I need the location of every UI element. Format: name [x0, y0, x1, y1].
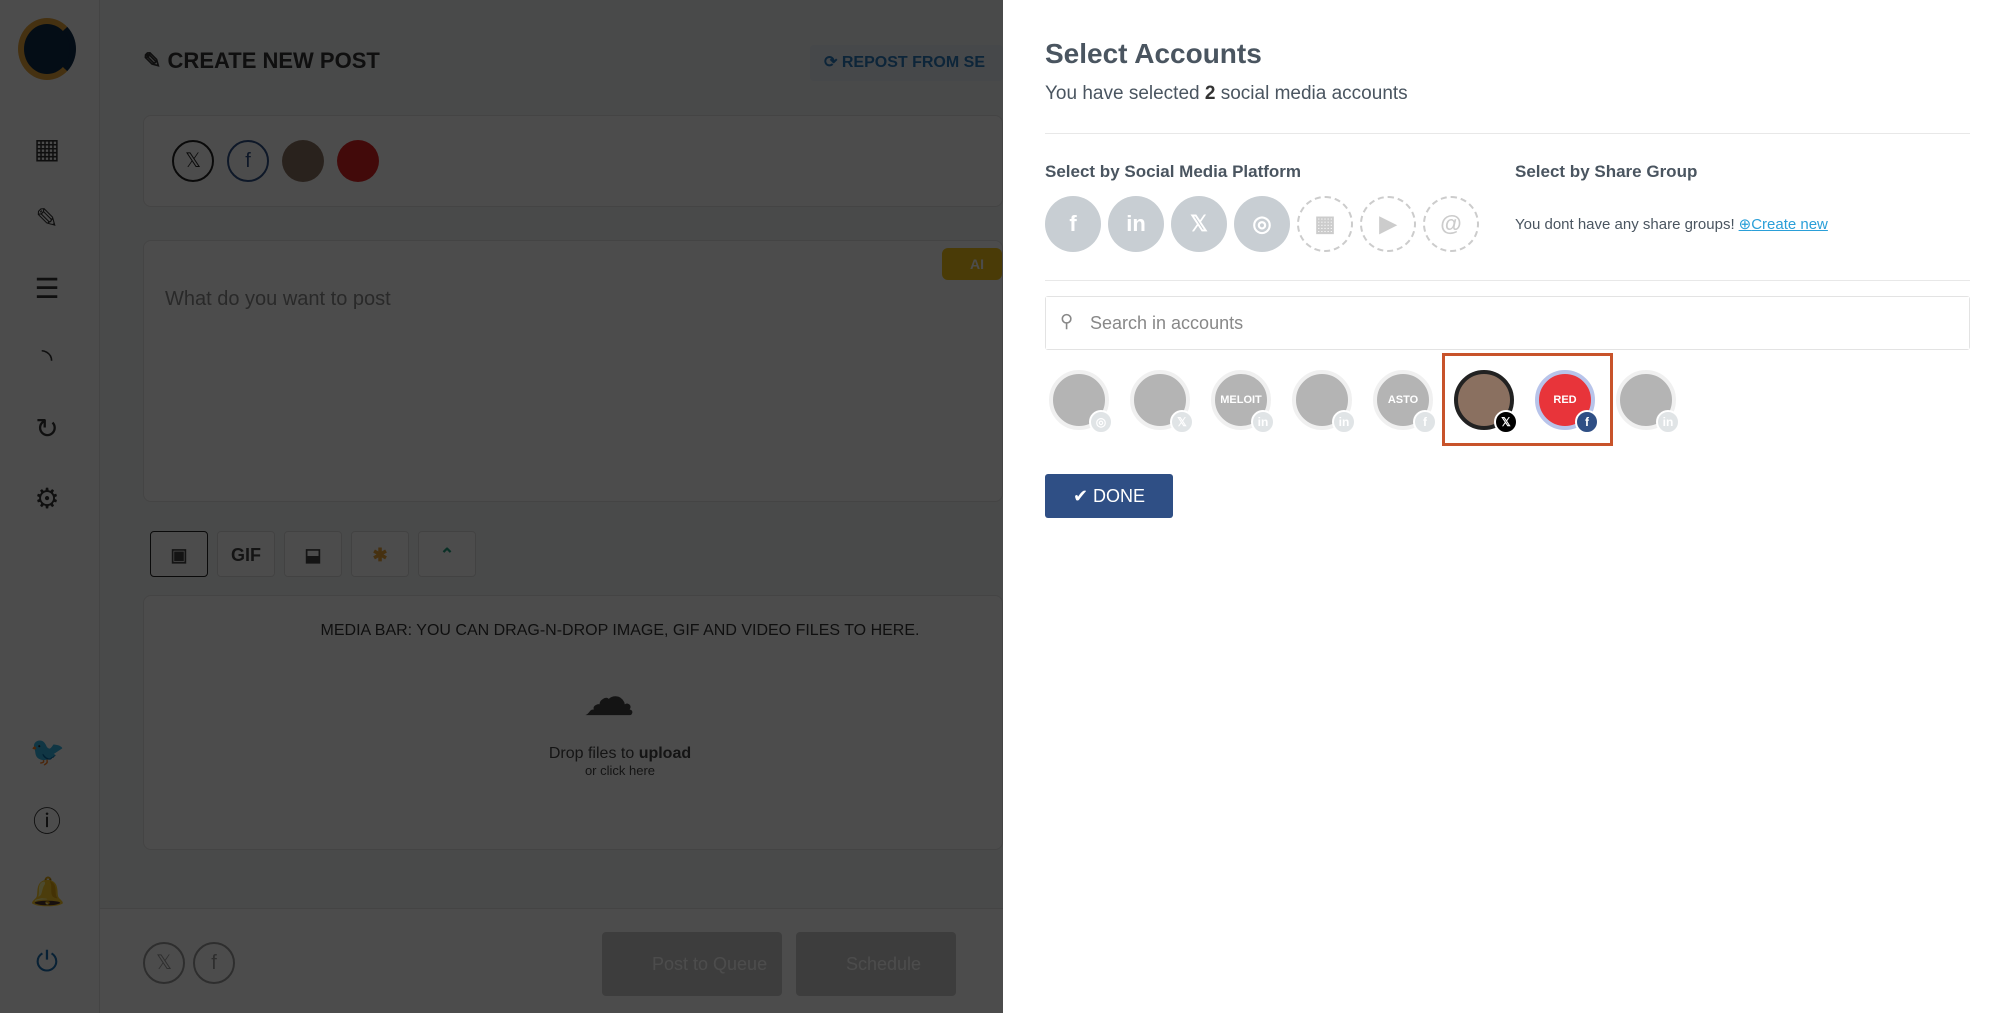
- check-icon: ✔: [1072, 485, 1089, 506]
- subtitle-post: social media accounts: [1220, 83, 1408, 104]
- panel-subtitle: You have selected 2 social media account…: [1045, 83, 1408, 105]
- media-bar-text: MEDIA BAR: YOU CAN DRAG-N-DROP IMAGE, GI…: [320, 622, 920, 639]
- drop-bold: upload: [638, 745, 692, 762]
- avatar[interactable]: [337, 140, 379, 182]
- app-logo[interactable]: [18, 18, 76, 80]
- account-avatar[interactable]: MELOIT in: [1211, 370, 1275, 434]
- selected-accounts-card: 𝕏 f: [143, 115, 1003, 207]
- search-box: ⚲: [1045, 296, 1970, 350]
- platform-heading: Select by Social Media Platform: [1045, 162, 1302, 181]
- x-badge-icon: 𝕏: [1170, 410, 1194, 434]
- account-avatar[interactable]: in: [1616, 370, 1680, 434]
- divider: [1045, 133, 1970, 134]
- twitter-icon[interactable]: 🐦: [30, 735, 65, 769]
- share-empty-text: You dont have any share groups!: [1515, 216, 1735, 233]
- done-label: DONE: [1093, 485, 1146, 506]
- instagram-badge-icon: ◎: [1089, 410, 1113, 434]
- cloud-upload-icon: ☁: [583, 669, 635, 727]
- x-icon[interactable]: 𝕏: [172, 140, 214, 182]
- share-group-empty: You dont have any share groups! ⊕Create n…: [1515, 215, 1828, 233]
- search-icon: ⚲: [1060, 311, 1074, 331]
- selected-accounts-highlight: [1442, 353, 1613, 446]
- done-button[interactable]: ✔ DONE: [1045, 474, 1173, 518]
- select-accounts-panel: Select Accounts You have selected 2 soci…: [1003, 0, 2000, 1013]
- selected-count: 2: [1204, 83, 1216, 104]
- upload-tool-button[interactable]: ⬓: [284, 531, 342, 577]
- linkedin-badge-icon: in: [1656, 410, 1680, 434]
- share-group-heading: Select by Share Group: [1515, 162, 1698, 181]
- dashboard-icon[interactable]: ▦: [30, 132, 64, 166]
- facebook-icon[interactable]: f: [193, 942, 235, 984]
- image-tool-button[interactable]: ▣: [150, 531, 208, 577]
- account-avatar[interactable]: 𝕏: [1130, 370, 1194, 434]
- avatar[interactable]: [282, 140, 324, 182]
- subtitle-pre: You have selected: [1045, 83, 1200, 104]
- search-input[interactable]: [1046, 297, 1969, 349]
- platform-facebook-button[interactable]: f: [1045, 196, 1101, 252]
- account-label: ASTO: [1387, 394, 1419, 406]
- account-avatar[interactable]: ASTO f: [1373, 370, 1437, 434]
- account-avatar[interactable]: ◎: [1049, 370, 1113, 434]
- drop-text: Drop files to upload or click here: [520, 745, 720, 778]
- google-photos-button[interactable]: ✱: [351, 531, 409, 577]
- facebook-icon[interactable]: f: [227, 140, 269, 182]
- rss-icon[interactable]: ◝: [30, 342, 64, 376]
- platform-youtube-button[interactable]: ▶: [1360, 196, 1416, 252]
- platform-linkedin-button[interactable]: in: [1108, 196, 1164, 252]
- platform-google-business-button[interactable]: ▦: [1297, 196, 1353, 252]
- drop-sub: or click here: [584, 763, 656, 778]
- power-icon[interactable]: ⏻: [30, 945, 64, 979]
- schedule-button[interactable]: Schedule: [796, 932, 956, 996]
- page-title-text: CREATE NEW POST: [167, 48, 380, 73]
- linkedin-badge-icon: in: [1332, 410, 1356, 434]
- bell-icon[interactable]: 🔔: [30, 875, 65, 909]
- post-placeholder: What do you want to post: [165, 288, 391, 310]
- x-icon[interactable]: 𝕏: [143, 942, 185, 984]
- platform-instagram-button[interactable]: ◎: [1234, 196, 1290, 252]
- platform-threads-button[interactable]: @: [1423, 196, 1479, 252]
- account-label: MELOIT: [1220, 394, 1262, 406]
- repost-button[interactable]: ⟳ REPOST FROM SE: [810, 45, 1003, 81]
- gif-tool-button[interactable]: GIF: [217, 531, 275, 577]
- repost-label: REPOST FROM SE: [841, 54, 985, 71]
- panel-title: Select Accounts: [1045, 38, 1262, 69]
- info-icon[interactable]: ⓘ: [30, 805, 64, 839]
- create-post-app: ▦ ✎ ☰ ◝ ↻ ⚙ 🐦 ⓘ 🔔 ⏻ ✎ CREATE NEW POST ⟳ …: [0, 0, 1003, 1013]
- posts-icon[interactable]: ☰: [30, 272, 64, 306]
- page-title: ✎ CREATE NEW POST: [143, 48, 380, 73]
- platform-x-button[interactable]: 𝕏: [1171, 196, 1227, 252]
- create-new-label: Create new: [1751, 216, 1828, 233]
- post-editor[interactable]: [143, 240, 1003, 502]
- sidebar: ▦ ✎ ☰ ◝ ↻ ⚙ 🐦 ⓘ 🔔 ⏻: [0, 0, 100, 1013]
- gear-icon[interactable]: ⚙: [30, 482, 64, 516]
- post-to-queue-button[interactable]: Post to Queue: [602, 932, 782, 996]
- drop-label: Drop files to: [548, 745, 635, 762]
- ai-button[interactable]: AI: [942, 248, 1002, 280]
- linkedin-badge-icon: in: [1251, 410, 1275, 434]
- compose-icon[interactable]: ✎: [30, 202, 64, 236]
- recycle-icon[interactable]: ↻: [30, 412, 64, 446]
- divider: [1045, 280, 1970, 281]
- account-avatar[interactable]: in: [1292, 370, 1356, 434]
- plus-circle-icon: ⊕: [1738, 216, 1752, 233]
- canva-button[interactable]: ⌃: [418, 531, 476, 577]
- create-new-link[interactable]: ⊕Create new: [1739, 216, 1828, 233]
- facebook-badge-icon: f: [1413, 410, 1437, 434]
